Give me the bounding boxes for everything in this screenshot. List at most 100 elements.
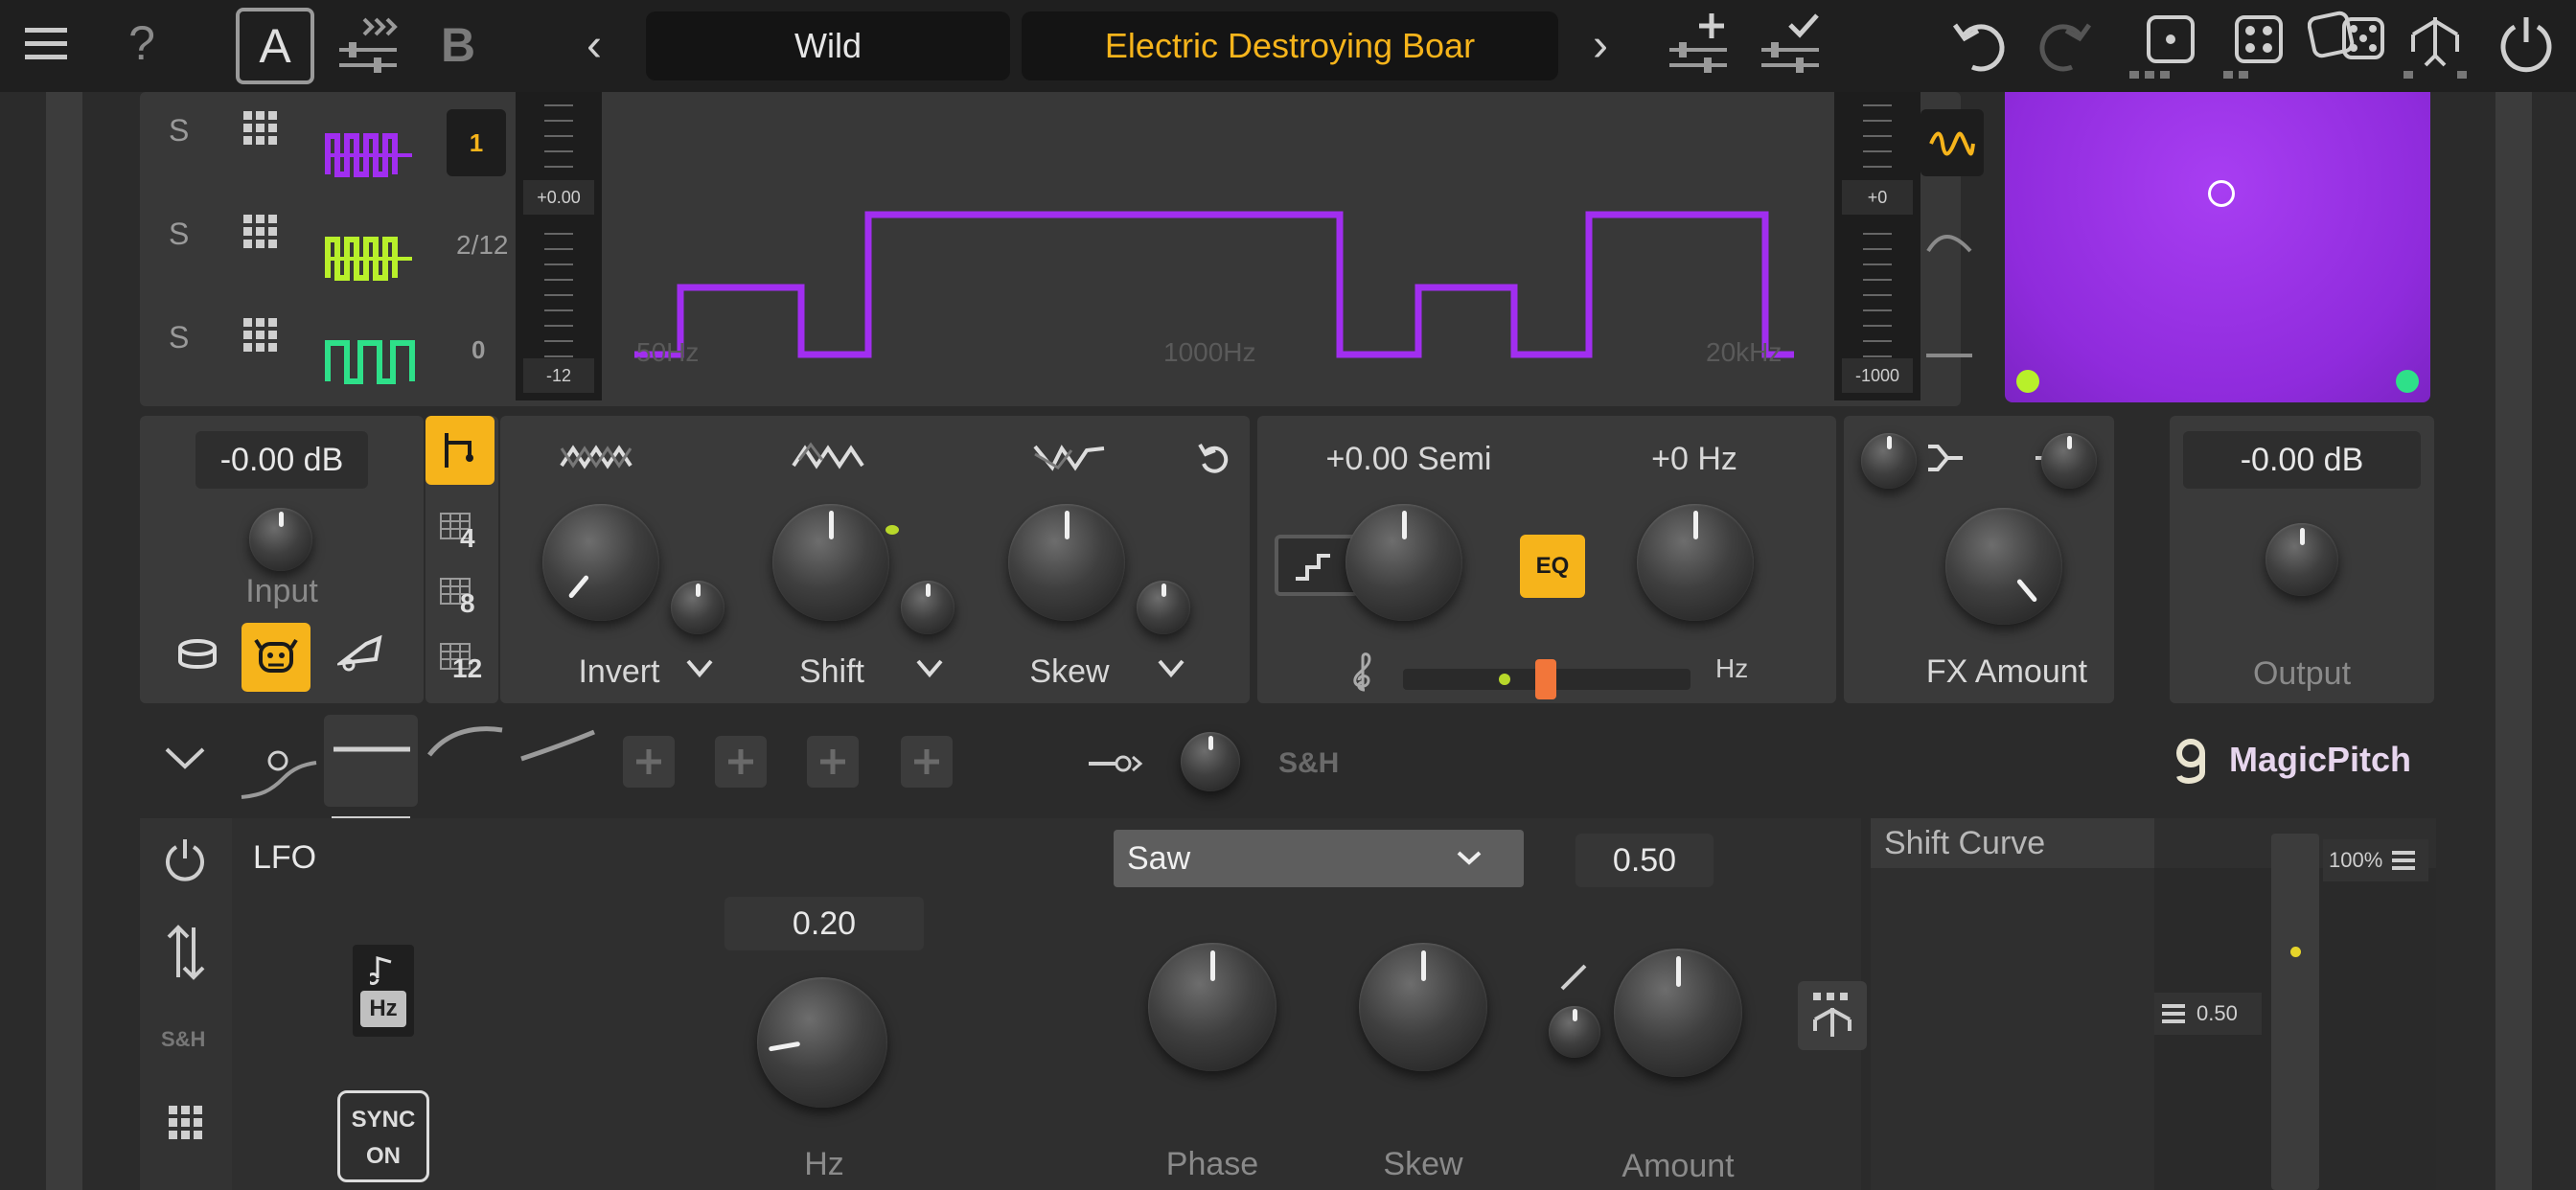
lfo-routing-button[interactable]: [1798, 981, 1867, 1050]
lfo-skew-knob[interactable]: [1359, 943, 1487, 1071]
skew-knob[interactable]: [1008, 504, 1125, 621]
add-mod-slot-2[interactable]: [715, 736, 767, 788]
band-wave-icon-3[interactable]: [324, 333, 416, 394]
help-icon[interactable]: ?: [119, 19, 165, 67]
band-solo-2[interactable]: S: [169, 217, 189, 252]
mod-curve-flat-tab[interactable]: [324, 715, 418, 820]
division-4-button[interactable]: 4: [439, 512, 483, 559]
routing-icon[interactable]: [2402, 11, 2469, 83]
input-gain-value[interactable]: -0.00 dB: [196, 431, 368, 489]
lfo-power-icon[interactable]: [163, 837, 207, 886]
randomize-all-icon[interactable]: [2307, 10, 2388, 81]
fx-dry-knob[interactable]: [1861, 433, 1917, 489]
band-level-3[interactable]: 0: [472, 335, 485, 365]
ab-a-button[interactable]: A: [236, 8, 314, 84]
curve-square-wave-button[interactable]: [1920, 109, 1984, 176]
skew-mod-knob[interactable]: [1137, 581, 1190, 634]
add-preset-icon[interactable]: [1666, 10, 1733, 81]
randomize-1-icon[interactable]: [2128, 11, 2200, 85]
menu-icon[interactable]: [21, 21, 71, 71]
band-level-2[interactable]: 2/12: [456, 230, 509, 261]
band-solo-3[interactable]: S: [169, 320, 189, 355]
note-hz-toggle[interactable]: Hz: [353, 945, 414, 1037]
pitch-slider-thumb[interactable]: [1535, 659, 1556, 699]
band-grid-icon-2[interactable]: [243, 215, 277, 248]
redo-icon[interactable]: [2032, 13, 2093, 80]
division-8-button[interactable]: 8: [439, 577, 483, 624]
hz-shift-knob[interactable]: [1637, 504, 1754, 621]
right-range-meter[interactable]: +0 -1000: [1834, 92, 1920, 400]
input-gain-knob[interactable]: [249, 508, 312, 571]
band-solo-1[interactable]: S: [169, 113, 189, 149]
ab-copy-icon[interactable]: [335, 13, 402, 80]
bank-selector[interactable]: Wild: [646, 11, 1010, 80]
pitch-mode-slider[interactable]: [1403, 659, 1690, 699]
fx-amount-knob[interactable]: [1945, 508, 2062, 625]
right-rail: [2496, 92, 2532, 1190]
left-gain-meter[interactable]: +0.00 -12: [516, 92, 602, 400]
ab-b-button[interactable]: B: [441, 17, 475, 73]
fx-wet-knob[interactable]: [2041, 433, 2097, 489]
lfo-amount-knob[interactable]: [1614, 949, 1742, 1077]
shift-curve-slider[interactable]: [2271, 834, 2319, 1190]
frequency-curve-display[interactable]: 50Hz 1000Hz 20kHz: [613, 92, 1830, 400]
lfo-direction-icon[interactable]: [165, 924, 207, 986]
skew-chevron-icon[interactable]: [1156, 657, 1186, 685]
shift-chevron-icon[interactable]: [914, 657, 945, 685]
lfo-phase-knob[interactable]: [1148, 943, 1276, 1071]
band-wave-icon-2[interactable]: [324, 230, 416, 290]
shift-mod-knob[interactable]: [901, 581, 954, 634]
reset-icon[interactable]: [1196, 441, 1230, 480]
randomize-2-icon[interactable]: [2221, 11, 2294, 85]
next-preset-button[interactable]: ›: [1593, 19, 1608, 72]
curve-sine-button[interactable]: [1926, 230, 1972, 263]
sh-knob[interactable]: [1181, 732, 1240, 791]
xy-pad-handle[interactable]: [2208, 180, 2235, 207]
shift-curve-max[interactable]: 100%: [2323, 839, 2428, 881]
band-grid-icon-1[interactable]: [243, 111, 277, 145]
invert-knob[interactable]: [542, 504, 659, 621]
shift-knob[interactable]: [772, 504, 889, 621]
lfo-sh-side-label[interactable]: S&H: [161, 1027, 205, 1052]
mod-curve-log-icon[interactable]: [426, 721, 506, 764]
xy-pad[interactable]: [2005, 92, 2430, 402]
add-mod-slot-4[interactable]: [901, 736, 953, 788]
lfo-shape-select[interactable]: Saw: [1114, 830, 1524, 887]
semitone-knob[interactable]: [1346, 504, 1462, 621]
preset-selector[interactable]: Electric Destroying Boar: [1022, 11, 1558, 80]
power-icon[interactable]: [2496, 13, 2557, 80]
route-toggle-button[interactable]: [426, 416, 494, 485]
band-level-1[interactable]: 1: [447, 109, 506, 176]
lfo-rate-knob[interactable]: [757, 977, 887, 1108]
lfo-grid-icon[interactable]: [169, 1106, 202, 1139]
output-gain-knob[interactable]: [2266, 523, 2338, 596]
top-toolbar: ? A B ‹ Wild Electric Destroying Boar ›: [0, 0, 2576, 92]
add-mod-slot-1[interactable]: [623, 736, 675, 788]
drum-icon[interactable]: [169, 627, 226, 680]
mod-connect-icon[interactable]: [1087, 749, 1144, 783]
lfo-amount-mod-knob[interactable]: [1549, 1006, 1600, 1058]
invert-mod-knob[interactable]: [671, 581, 724, 634]
lfo-amount-value[interactable]: 0.50: [1576, 834, 1714, 887]
band-grid-icon-3[interactable]: [243, 318, 277, 352]
undo-icon[interactable]: [1951, 13, 2012, 80]
prev-preset-button[interactable]: ‹: [586, 19, 602, 72]
creature-mode-button[interactable]: [242, 623, 310, 692]
shift-curve-mid[interactable]: 0.50: [2154, 993, 2262, 1035]
mod-curve-rising-icon[interactable]: [238, 738, 320, 806]
output-gain-value[interactable]: -0.00 dB: [2183, 431, 2421, 489]
add-mod-slot-3[interactable]: [807, 736, 859, 788]
division-12-button[interactable]: 12: [439, 642, 483, 689]
mod-curve-linear-icon[interactable]: [518, 728, 598, 767]
save-preset-icon[interactable]: [1758, 10, 1825, 81]
semitone-value[interactable]: +0.00 Semi: [1303, 441, 1514, 478]
invert-chevron-icon[interactable]: [684, 657, 715, 685]
hz-shift-value[interactable]: +0 Hz: [1618, 441, 1771, 478]
collapse-chevron-icon[interactable]: [163, 744, 207, 777]
band-wave-icon-1[interactable]: [324, 126, 416, 187]
eq-toggle-button[interactable]: EQ: [1520, 535, 1585, 598]
curve-flat-button[interactable]: [1926, 347, 1972, 364]
horn-icon[interactable]: [332, 627, 389, 680]
sync-toggle-button[interactable]: SYNC ON: [337, 1090, 429, 1182]
lfo-rate-value[interactable]: 0.20: [724, 897, 924, 950]
